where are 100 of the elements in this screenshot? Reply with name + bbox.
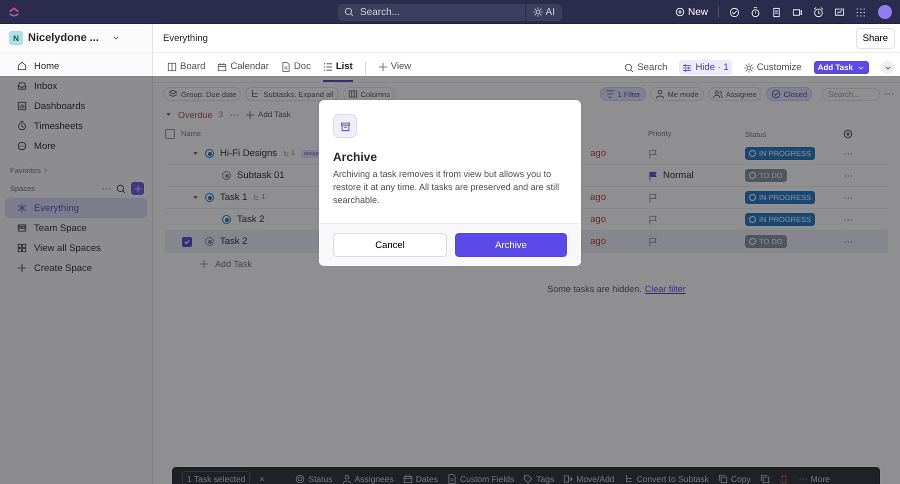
space-item[interactable]: Team Space [5,218,147,238]
doc-icon [446,474,457,484]
tab[interactable]: Calendar [217,53,269,82]
plus-icon [674,7,685,17]
bulk-action[interactable]: Convert to Subtask [624,474,709,484]
status-dot[interactable] [222,215,231,224]
flag-icon[interactable] [648,192,658,202]
customize-button[interactable]: Customize [744,62,802,73]
ai-button[interactable]: AI [524,4,562,20]
add-view-button[interactable]: View [378,53,412,82]
space-item[interactable]: View all Spaces [5,238,147,258]
status-dot[interactable] [205,149,214,158]
caret-icon[interactable] [112,34,120,42]
flag-icon[interactable] [648,170,658,180]
video-icon[interactable] [792,6,803,18]
due-date: ago [590,214,606,225]
layers-icon [168,89,178,99]
search-field[interactable]: Search... AI [338,4,562,20]
collapse-button[interactable] [881,61,894,74]
people-icon [712,89,723,99]
dialog-title: Archive [333,150,378,164]
select-all-checkbox[interactable] [165,128,175,138]
more-button[interactable]: More [798,474,830,484]
clipboard-icon[interactable] [771,6,782,18]
check-icon [770,89,781,99]
hide-button[interactable]: Hide · 1 [679,60,732,75]
tab[interactable]: Doc [280,53,311,82]
nav-item[interactable]: Inbox [5,76,147,96]
due-date: ago [590,192,606,203]
search-button[interactable]: Search [624,62,668,73]
calendar-icon [402,474,413,484]
task-name[interactable]: Task 2 [220,236,248,247]
archive-button[interactable]: Archive [455,233,567,257]
delete-icon[interactable] [778,474,789,484]
clear-filter-link[interactable]: Clear filter [644,284,686,294]
share-button[interactable]: Share [856,28,895,48]
space-item[interactable]: Everything [5,198,147,218]
nav-item[interactable]: Timesheets [5,116,147,136]
close-button[interactable]: × [259,474,264,484]
bulk-action[interactable]: Copy [718,474,751,484]
logo-icon[interactable] [8,6,20,18]
status-icon [295,474,306,484]
bulk-action[interactable]: Move/Add [563,474,615,484]
sliders-icon [682,62,692,72]
status-dot[interactable] [205,193,214,202]
add-task-link[interactable]: Add Task [244,110,291,120]
screen-icon[interactable] [834,6,845,18]
bulk-action[interactable]: Status [295,474,333,484]
subtask-icon [624,474,634,484]
flag-icon[interactable] [648,148,658,158]
add-space-button[interactable] [131,182,144,195]
add-task-button[interactable]: Add Task [814,61,869,74]
flag-icon[interactable] [648,236,658,246]
columns-icon [348,89,358,99]
bulk-action[interactable]: Dates [402,474,438,484]
add-column-icon[interactable] [843,128,853,138]
bulk-action[interactable]: Tags [523,474,554,484]
filter-icon [604,89,615,99]
tab[interactable]: List [322,53,353,82]
clock-icon [17,121,27,131]
avatar[interactable] [878,5,892,19]
task-name[interactable]: Hi-Fi Designs [220,148,278,159]
plus-icon [378,62,388,72]
new-button[interactable]: New [674,6,708,18]
person-icon [654,89,665,99]
group-name[interactable]: Overdue [178,110,213,120]
flag-icon[interactable] [648,214,658,224]
search-icon[interactable] [116,184,126,194]
row-checkbox[interactable] [182,236,192,246]
doc-icon [280,62,291,72]
inbox-icon [17,81,27,91]
nav-item[interactable]: More [5,136,147,156]
move-icon [563,474,574,484]
chart-icon [17,101,27,111]
alarm-icon[interactable] [813,6,824,18]
bulk-action[interactable]: Assignees [342,474,394,484]
search-icon [344,7,354,17]
task-name[interactable]: Subtask 01 [237,170,285,181]
workspace-avatar[interactable]: N [9,31,23,45]
search-icon [624,62,634,72]
status-dot[interactable] [222,171,231,180]
bulk-action[interactable]: Custom Fields [446,474,514,484]
nav-item[interactable]: Home [5,56,147,76]
task-name[interactable]: Task 2 [237,214,264,225]
apps-icon[interactable] [855,6,866,18]
tab[interactable]: Board [167,53,206,82]
group-count: 3 [218,110,223,119]
timer-icon[interactable] [750,6,761,18]
plus-icon [134,184,142,192]
copy-icon[interactable] [760,474,770,484]
cancel-button[interactable]: Cancel [333,233,447,257]
person-icon [342,474,352,484]
task-name[interactable]: Task 1 [220,192,248,203]
space-item[interactable]: Create Space [5,258,147,278]
copy-icon [718,474,728,484]
workspace-name[interactable]: Nicelydone ... [28,32,99,44]
checkmark-icon [183,238,191,246]
nav-item[interactable]: Dashboards [5,96,147,116]
subtask-icon [283,150,290,157]
status-dot[interactable] [205,237,214,246]
